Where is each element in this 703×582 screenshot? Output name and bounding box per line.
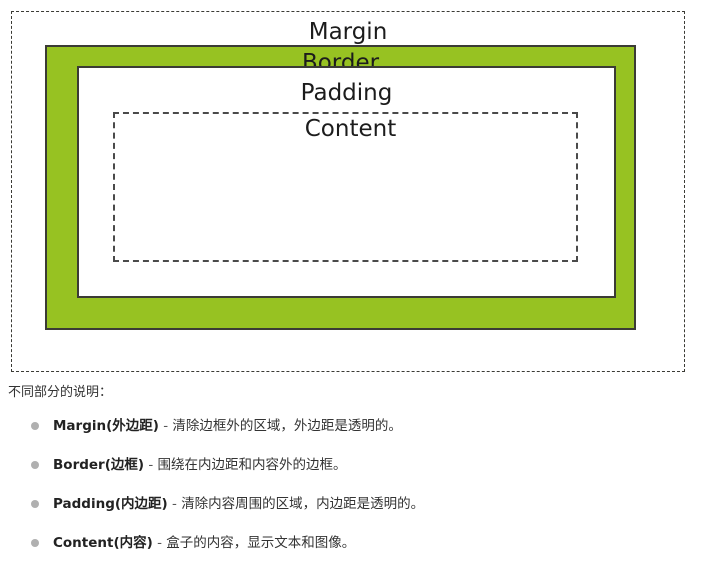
list-item: Margin(外边距) - 清除边框外的区域，外边距是透明的。: [0, 416, 703, 455]
part-description: 清除边框外的区域，外边距是透明的。: [172, 418, 402, 434]
part-description: 清除内容周围的区域，内边距是透明的。: [181, 496, 425, 512]
box-model-diagram: Margin Border Padding Content: [11, 11, 685, 372]
padding-layer-box: Padding Content: [77, 66, 616, 298]
content-layer-label: Content: [304, 116, 397, 142]
list-item: Border(边框) - 围绕在内边距和内容外的边框。: [0, 455, 703, 494]
part-term: Border(边框): [53, 457, 145, 473]
list-item: Padding(内边距) - 清除内容周围的区域，内边距是透明的。: [0, 494, 703, 533]
part-term: Padding(内边距): [53, 496, 168, 512]
part-separator: -: [163, 418, 169, 434]
part-term: Content(内容): [53, 535, 153, 551]
part-separator: -: [157, 535, 162, 551]
part-separator: -: [172, 496, 177, 512]
explanation-section: 不同部分的说明： Margin(外边距) - 清除边框外的区域，外边距是透明的。…: [0, 383, 703, 572]
margin-layer-label: Margin: [308, 19, 388, 45]
part-separator: -: [148, 457, 154, 473]
part-term: Margin(外边距): [53, 418, 159, 434]
parts-list: Margin(外边距) - 清除边框外的区域，外边距是透明的。 Border(边…: [0, 416, 703, 572]
content-layer-box: Content: [113, 112, 578, 262]
explanation-heading: 不同部分的说明：: [8, 385, 113, 400]
list-item: Content(内容) - 盒子的内容，显示文本和图像。: [0, 533, 703, 572]
border-layer-box: Border Padding Content: [45, 45, 636, 330]
padding-layer-label: Padding: [300, 80, 393, 106]
part-description: 盒子的内容，显示文本和图像。: [166, 535, 356, 551]
part-description: 围绕在内边距和内容外的边框。: [157, 457, 347, 473]
